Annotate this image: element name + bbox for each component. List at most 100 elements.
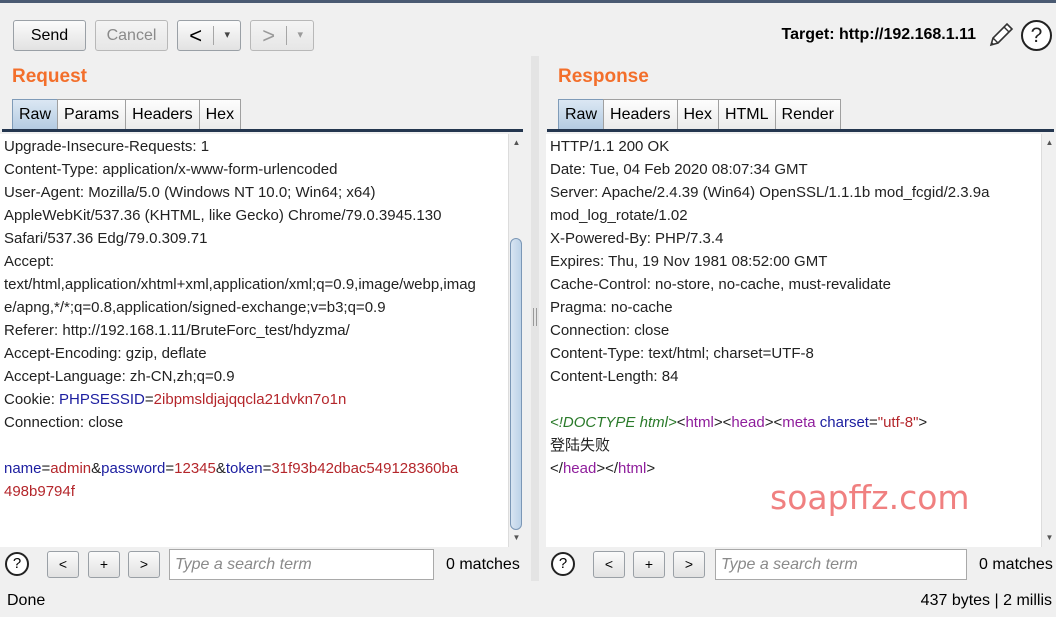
cookie-eq: = <box>144 391 154 408</box>
tag-head: head <box>731 414 765 431</box>
response-line: Content-Length: 84 <box>550 368 679 385</box>
scroll-down-icon[interactable]: ▼ <box>509 531 523 545</box>
back-dropdown-icon[interactable]: ▾ <box>214 21 240 50</box>
tag-bracket: > <box>713 414 723 431</box>
request-scroll-thumb[interactable] <box>510 238 522 530</box>
cookie-line: Cookie: PHPSESSID=2ibpmsldjajqqcla21dvkn… <box>4 388 523 411</box>
tag-bracket: > <box>646 460 656 477</box>
response-search-next-button[interactable]: > <box>673 551 705 578</box>
window-top-border <box>0 0 1056 3</box>
response-size-time: 437 bytes | 2 millis <box>920 592 1052 609</box>
tag-html: html <box>618 460 647 477</box>
tag-bracket: > <box>596 460 606 477</box>
back-arrow-icon[interactable]: < <box>178 21 213 50</box>
target-label: Target: http://192.168.1.11 <box>781 26 976 43</box>
response-help-icon[interactable]: ? <box>551 552 575 576</box>
request-search-next-button[interactable]: > <box>128 551 160 578</box>
response-search-add-button[interactable]: + <box>633 551 665 578</box>
request-search-prev-button[interactable]: < <box>47 551 79 578</box>
response-line: Content-Type: text/html; charset=UTF-8 <box>550 345 814 362</box>
request-line: Content-Type: application/x-www-form-url… <box>4 161 338 178</box>
cookie-value: 2ibpmsldjajqqcla21dvkn7o1n <box>153 391 347 408</box>
status-text: Done <box>7 592 46 609</box>
response-tab-raw[interactable]: Raw <box>558 99 605 129</box>
request-tab-headers[interactable]: Headers <box>125 99 200 129</box>
forward-dropdown-icon[interactable]: ▾ <box>287 21 313 50</box>
tag-meta: meta <box>782 414 816 431</box>
request-tab-raw[interactable]: Raw <box>12 99 59 129</box>
request-tab-hex[interactable]: Hex <box>198 99 242 129</box>
body-line: name=admin&password=12345&token=31f93b42… <box>4 457 523 480</box>
cookie-prefix: Cookie: <box>4 391 60 408</box>
param-value-cont: 498b9794f <box>4 483 75 500</box>
param-name: password <box>101 460 166 477</box>
tag-html: html <box>685 414 714 431</box>
watermark: soapffz.com <box>770 478 970 517</box>
html-text-line: 登陆失败 <box>550 436 611 454</box>
response-title: Response <box>558 66 649 87</box>
response-search-input[interactable] <box>715 549 967 580</box>
forward-history-button[interactable]: > ▾ <box>250 20 314 51</box>
tag-head: head <box>562 460 597 477</box>
request-line: text/html,application/xhtml+xml,applicat… <box>4 276 476 293</box>
help-icon[interactable]: ? <box>1021 20 1052 51</box>
response-matches-count: 0 matches <box>979 556 1053 573</box>
response-scrollbar[interactable]: ▲ ▼ <box>1041 134 1056 547</box>
splitter-grip-icon[interactable] <box>533 308 537 326</box>
request-editor[interactable]: Upgrade-Insecure-Requests: 1 Content-Typ… <box>0 134 523 547</box>
response-tab-hex[interactable]: Hex <box>676 99 719 129</box>
param-name: token <box>225 460 263 477</box>
response-search-prev-button[interactable]: < <box>593 551 625 578</box>
request-line: Accept: <box>4 253 55 270</box>
request-line: User-Agent: Mozilla/5.0 (Windows NT 10.0… <box>4 184 376 201</box>
response-line: Pragma: no-cache <box>550 299 673 316</box>
request-text: Upgrade-Insecure-Requests: 1 Content-Typ… <box>4 135 523 503</box>
response-line: Connection: close <box>550 322 670 339</box>
response-line: Cache-Control: no-store, no-cache, must-… <box>550 276 891 293</box>
tag-bracket: </ <box>550 460 563 477</box>
request-line: Connection: close <box>4 414 124 431</box>
response-line: mod_log_rotate/1.02 <box>550 207 688 224</box>
back-history-button[interactable]: < ▾ <box>177 20 241 51</box>
request-search-add-button[interactable]: + <box>88 551 120 578</box>
html-line: </head></html> <box>550 457 1056 480</box>
cancel-button[interactable]: Cancel <box>95 20 168 51</box>
response-line: Date: Tue, 04 Feb 2020 08:07:34 GMT <box>550 161 808 178</box>
response-tab-render[interactable]: Render <box>774 99 841 129</box>
request-line: Safari/537.36 Edg/79.0.309.71 <box>4 230 208 247</box>
response-tab-html[interactable]: HTML <box>717 99 776 129</box>
attr-charset: charset <box>819 414 869 431</box>
param-eq: = <box>41 460 51 477</box>
response-line: Server: Apache/2.4.39 (Win64) OpenSSL/1.… <box>550 184 990 201</box>
scroll-up-icon[interactable]: ▲ <box>1042 136 1056 150</box>
request-line: Upgrade-Insecure-Requests: 1 <box>4 138 210 155</box>
request-tab-underline <box>2 129 523 132</box>
attr-eq: = <box>868 414 878 431</box>
tag-bracket: </ <box>605 460 619 477</box>
param-amp: & <box>91 460 102 477</box>
response-tab-headers[interactable]: Headers <box>603 99 678 129</box>
html-line: <!DOCTYPE html><html><head><meta charset… <box>550 411 1056 434</box>
request-search-input[interactable] <box>169 549 434 580</box>
param-eq: = <box>165 460 175 477</box>
request-title: Request <box>12 66 87 87</box>
send-button[interactable]: Send <box>13 20 86 51</box>
body-line: 498b9794f <box>4 480 523 503</box>
request-line: Accept-Language: zh-CN,zh;q=0.9 <box>4 368 235 385</box>
cookie-name: PHPSESSID <box>59 391 145 408</box>
request-scrollbar[interactable]: ▲ ▼ <box>508 134 523 547</box>
request-line: AppleWebKit/537.36 (KHTML, like Gecko) C… <box>4 207 442 224</box>
tag-bracket: < <box>773 414 783 431</box>
param-amp: & <box>215 460 226 477</box>
request-help-icon[interactable]: ? <box>5 552 29 576</box>
scroll-up-icon[interactable]: ▲ <box>509 136 523 150</box>
request-tab-params[interactable]: Params <box>57 99 127 129</box>
forward-arrow-icon[interactable]: > <box>251 21 286 50</box>
scroll-down-icon[interactable]: ▼ <box>1042 531 1056 545</box>
request-line: Accept-Encoding: gzip, deflate <box>4 345 207 362</box>
attr-value: "utf-8" <box>877 414 919 431</box>
tag-bracket: > <box>918 414 928 431</box>
doctype: <!DOCTYPE html> <box>550 414 677 431</box>
edit-target-pencil-icon[interactable] <box>986 20 1016 50</box>
